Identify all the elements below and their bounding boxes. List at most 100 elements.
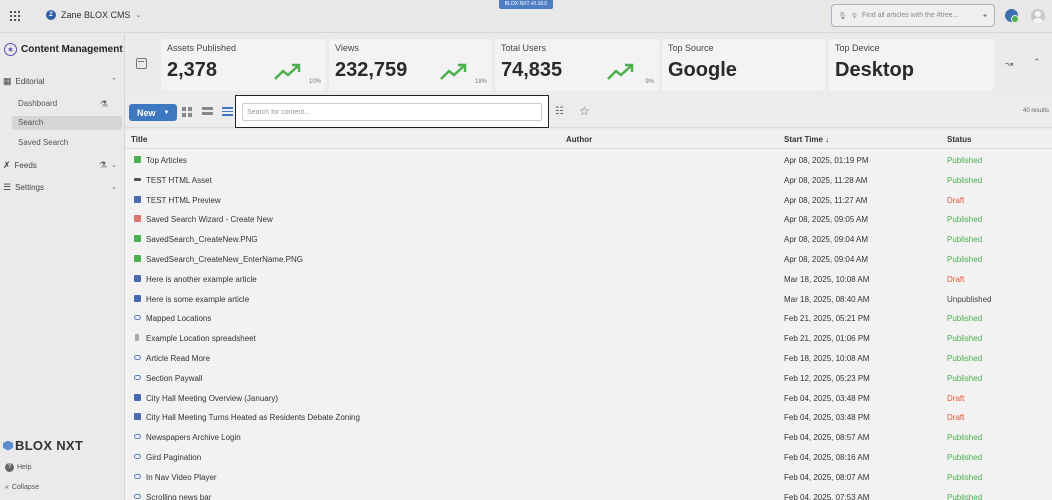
- cell-start-time: Feb 04, 2025, 08:16 AM: [784, 453, 870, 462]
- collapse-sidebar-button[interactable]: « Collapse: [5, 484, 39, 491]
- cell-status: Published: [947, 373, 983, 383]
- cell-title[interactable]: Newspapers Archive Login: [146, 433, 241, 442]
- table-row[interactable]: City Hall Meeting Overview (January) Feb …: [125, 388, 1052, 408]
- table-row[interactable]: Example Location spreadsheet Feb 21, 2025…: [125, 328, 1052, 348]
- cell-title[interactable]: Example Location spreadsheet: [146, 334, 256, 343]
- microphone-icon[interactable]: 🎙: [838, 12, 847, 20]
- sidebar-item-dashboard[interactable]: Dashboard ⚗: [12, 97, 122, 111]
- table-row[interactable]: Gird Pagination Feb 04, 2025, 08:16 AM Pub…: [125, 447, 1052, 467]
- cell-title[interactable]: Scrolling news bar: [146, 493, 211, 500]
- cell-start-time: Feb 04, 2025, 03:48 PM: [784, 413, 870, 423]
- image-asset-icon: [134, 235, 141, 243]
- site-switcher[interactable]: Z Zane BLOX CMS ⌄: [46, 10, 141, 20]
- table-row[interactable]: Here is some example article Mar 18, 2025…: [125, 289, 1052, 309]
- cell-start-time: Feb 18, 2025, 10:08 AM: [784, 354, 870, 363]
- user-avatar[interactable]: [1031, 9, 1045, 23]
- cell-title[interactable]: City Hall Meeting Turns Heated as Reside…: [146, 413, 360, 422]
- sidebar-item-saved-search[interactable]: Saved Search: [12, 136, 122, 150]
- table-row[interactable]: Section Paywall Feb 12, 2025, 05:23 PM Pub…: [125, 368, 1052, 388]
- sidebar-item-label: Saved Search: [18, 138, 69, 147]
- sparkle-icon[interactable]: ✦: [982, 12, 988, 20]
- html-asset-icon: [134, 177, 141, 181]
- blox-logo-icon: [3, 440, 13, 452]
- cell-title[interactable]: Gird Pagination: [146, 453, 201, 462]
- content-management-logo-icon: ✶: [4, 43, 17, 56]
- column-status[interactable]: Status: [947, 135, 971, 144]
- double-chevron-left-icon: «: [5, 484, 9, 491]
- cell-status: Published: [947, 314, 983, 324]
- cell-title[interactable]: In Nav Video Player: [146, 473, 217, 482]
- list-view-icon[interactable]: [222, 107, 233, 117]
- cell-title[interactable]: City Hall Meeting Overview (January): [146, 394, 278, 403]
- cell-title[interactable]: Mapped Locations: [146, 314, 211, 323]
- cell-title[interactable]: SavedSearch_CreateNew.PNG: [146, 235, 258, 244]
- table-row[interactable]: TEST HTML Asset Apr 08, 2025, 11:28 AM Pub…: [125, 170, 1052, 190]
- cell-status: Published: [947, 235, 983, 245]
- table-row[interactable]: Scrolling news bar Feb 04, 2025, 07:53 AM…: [125, 487, 1052, 500]
- link-asset-icon: [134, 493, 141, 499]
- sidebar-item-search[interactable]: Search: [12, 116, 122, 130]
- table-row[interactable]: Newspapers Archive Login Feb 04, 2025, 08…: [125, 427, 1052, 447]
- cell-start-time: Apr 08, 2025, 09:04 AM: [784, 255, 869, 264]
- apps-grid-icon[interactable]: [10, 11, 20, 21]
- cell-start-time: Mar 18, 2025, 10:08 AM: [784, 274, 870, 284]
- feeds-icon: ✗: [3, 159, 11, 170]
- sort-down-arrow-icon[interactable]: ↓: [825, 135, 829, 144]
- column-author[interactable]: Author: [566, 135, 592, 144]
- cell-title[interactable]: Article Read More: [146, 354, 210, 363]
- table-row[interactable]: In Nav Video Player Feb 04, 2025, 08:07 A…: [125, 467, 1052, 487]
- table-row[interactable]: SavedSearch_CreateNew.PNG Apr 08, 2025, 0…: [125, 229, 1052, 249]
- cell-status: Published: [947, 255, 983, 264]
- cell-title[interactable]: SavedSearch_CreateNew_EnterName.PNG: [146, 255, 303, 264]
- sliders-icon[interactable]: ☷: [555, 106, 564, 117]
- cell-title[interactable]: Top Articles: [146, 156, 187, 165]
- cell-title[interactable]: Section Paywall: [146, 374, 202, 383]
- table-row[interactable]: Article Read More Feb 18, 2025, 10:08 AM P…: [125, 348, 1052, 368]
- table-row[interactable]: Here is another example article Mar 18, 2…: [125, 269, 1052, 289]
- table-row[interactable]: TEST HTML Preview Apr 08, 2025, 11:27 AM D…: [125, 190, 1052, 210]
- app-title: ✶ Content Management: [4, 43, 123, 56]
- stat-label: Top Source: [668, 43, 714, 53]
- chevron-down-icon: ⌄: [111, 162, 117, 169]
- results-toolbar: New ▼ ☷ ☆ 40 results: [125, 94, 1052, 128]
- app-title-text: Content Management: [21, 44, 123, 55]
- search-icon: ⚲: [851, 12, 858, 20]
- cell-status: Unpublished: [947, 294, 992, 304]
- table-row[interactable]: Mapped Locations Feb 21, 2025, 05:21 PM Pu…: [125, 308, 1052, 328]
- star-icon[interactable]: ☆: [579, 104, 590, 118]
- sidebar-section-feeds[interactable]: ✗ Feeds ⚗ ⌄: [3, 158, 121, 172]
- cell-title[interactable]: Saved Search Wizard - Create New: [146, 215, 273, 224]
- sidebar-section-editorial[interactable]: ▦ Editorial ⌃: [3, 74, 121, 88]
- calendar-icon[interactable]: [136, 58, 147, 69]
- table-row[interactable]: SavedSearch_CreateNew_EnterName.PNG Apr 0…: [125, 249, 1052, 269]
- cell-title[interactable]: TEST HTML Asset: [146, 176, 212, 185]
- table-row[interactable]: City Hall Meeting Turns Heated as Reside…: [125, 407, 1052, 427]
- cell-start-time: Apr 08, 2025, 09:04 AM: [784, 235, 869, 245]
- chevron-up-icon[interactable]: ⌃: [1033, 57, 1041, 68]
- link-asset-icon: [134, 374, 141, 380]
- notification-avatar-icon[interactable]: [1005, 9, 1019, 23]
- column-start-time[interactable]: Start Time: [784, 135, 823, 144]
- new-button[interactable]: New ▼: [129, 104, 177, 121]
- cell-title[interactable]: Here is another example article: [146, 275, 257, 284]
- cell-status: Published: [947, 175, 983, 185]
- sidebar-item-label: Search: [18, 118, 44, 127]
- table-row[interactable]: Top Articles Apr 08, 2025, 01:19 PM Publis…: [125, 150, 1052, 170]
- grid-view-icon[interactable]: [182, 107, 193, 117]
- stat-change: 10%: [308, 79, 321, 85]
- help-link[interactable]: ? Help: [5, 463, 31, 472]
- sidebar-section-settings[interactable]: ☰ Settings ⌄: [3, 180, 121, 194]
- cell-title[interactable]: TEST HTML Preview: [146, 196, 221, 205]
- cell-start-time: Mar 18, 2025, 08:40 AM: [784, 294, 870, 304]
- card-view-icon[interactable]: [202, 107, 213, 117]
- cell-status: Draft: [947, 413, 965, 423]
- cell-start-time: Feb 04, 2025, 08:07 AM: [784, 472, 870, 482]
- content-search-input[interactable]: [242, 103, 542, 121]
- analytics-icon[interactable]: ↝: [1005, 59, 1013, 70]
- stat-top-device: Top Device Desktop: [829, 39, 994, 91]
- cell-title[interactable]: Here is some example article: [146, 295, 249, 304]
- global-search-input[interactable]: 🎙 ⚲ Find all articles with the #tree... …: [831, 4, 995, 27]
- stat-label: Top Device: [835, 43, 880, 53]
- column-title[interactable]: Title: [131, 135, 147, 144]
- table-row[interactable]: Saved Search Wizard - Create New Apr 08, …: [125, 209, 1052, 229]
